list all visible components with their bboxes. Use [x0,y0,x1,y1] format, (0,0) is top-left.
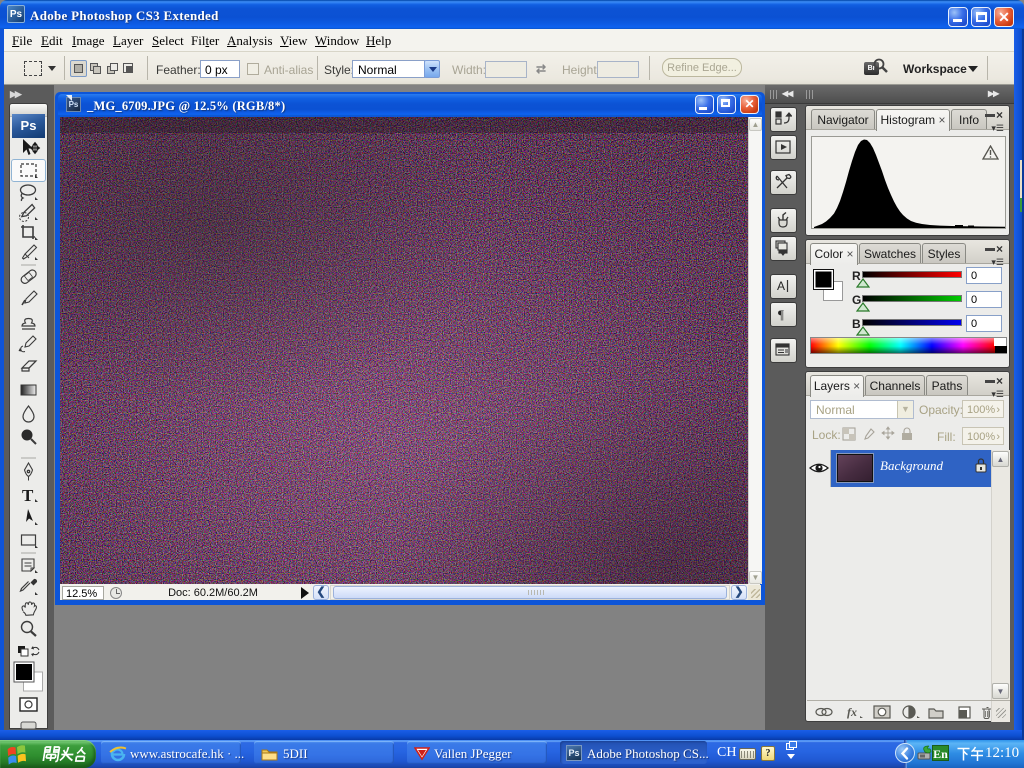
svg-text:¶: ¶ [778,307,784,322]
svg-text:T: T [22,486,34,505]
svg-text:A: A [777,279,785,293]
svg-text:fx: fx [847,705,857,719]
